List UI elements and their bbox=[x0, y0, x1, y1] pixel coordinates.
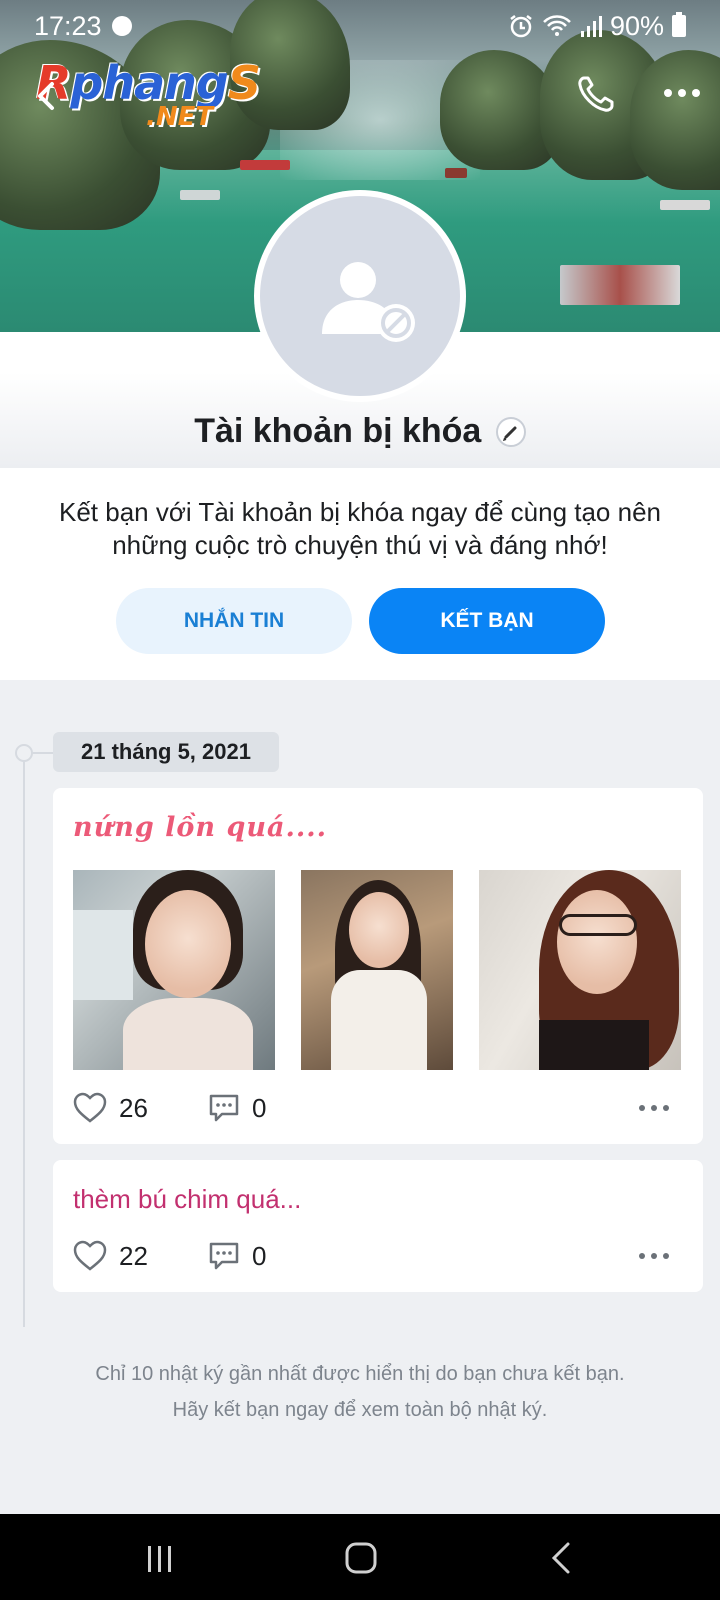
blocked-user-icon bbox=[322, 262, 415, 342]
timeline-line bbox=[23, 752, 25, 1327]
note-line-2: Hãy kết bạn ngay để xem toàn bộ nhật ký. bbox=[172, 1399, 548, 1421]
recent-apps-icon[interactable] bbox=[138, 1536, 182, 1580]
signal-icon bbox=[580, 16, 602, 37]
message-button[interactable]: NHẮN TIN bbox=[116, 588, 352, 654]
post-card[interactable]: thèm bú chim quá... 22 0 bbox=[53, 1160, 703, 1292]
comment-icon bbox=[209, 1242, 239, 1270]
battery-icon bbox=[672, 12, 686, 37]
post-title: nứng lồn quá.... bbox=[73, 812, 328, 843]
more-dots-icon bbox=[639, 1253, 669, 1259]
timeline-dot bbox=[15, 744, 33, 762]
post-more-button[interactable] bbox=[637, 1102, 683, 1114]
timeline-date: 21 tháng 5, 2021 bbox=[53, 732, 279, 772]
comment-button[interactable]: 0 bbox=[208, 1092, 266, 1124]
back-nav-icon[interactable] bbox=[540, 1536, 584, 1580]
post-photo[interactable] bbox=[301, 870, 453, 1070]
post-more-button[interactable] bbox=[637, 1250, 683, 1262]
battery-percent: 90% bbox=[609, 10, 664, 41]
profile-name-row: Tài khoản bị khóa bbox=[0, 412, 720, 451]
status-time: 17:23 bbox=[34, 10, 102, 41]
comment-count: 0 bbox=[252, 1092, 267, 1123]
post-actions: 22 0 bbox=[73, 1236, 683, 1276]
add-friend-button[interactable]: KẾT BẠN bbox=[369, 588, 605, 654]
comment-count: 0 bbox=[252, 1240, 267, 1271]
like-button[interactable]: 26 bbox=[73, 1092, 208, 1124]
pencil-icon[interactable] bbox=[495, 416, 526, 447]
post-actions: 26 0 bbox=[73, 1088, 683, 1128]
post-card[interactable]: nứng lồn quá.... 26 0 bbox=[53, 788, 703, 1144]
comment-icon bbox=[209, 1094, 239, 1122]
profile-name: Tài khoản bị khóa bbox=[194, 412, 482, 450]
wifi-icon bbox=[543, 15, 571, 36]
post-title: thèm bú chim quá... bbox=[73, 1184, 302, 1214]
note-line-1: Chỉ 10 nhật ký gần nhất được hiển thị do… bbox=[95, 1363, 625, 1385]
limited-diary-note: Chỉ 10 nhật ký gần nhất được hiển thị do… bbox=[0, 1356, 720, 1428]
like-count: 22 bbox=[119, 1240, 148, 1271]
heart-icon bbox=[73, 1092, 107, 1123]
invite-text: Kết bạn với Tài khoản bị khóa ngay để cù… bbox=[59, 497, 661, 560]
post-photo[interactable] bbox=[73, 870, 275, 1070]
heart-icon bbox=[73, 1240, 107, 1271]
status-bar: 17:23 90% bbox=[0, 0, 720, 52]
home-icon[interactable] bbox=[340, 1536, 384, 1580]
phone-icon[interactable] bbox=[574, 72, 618, 116]
comment-button[interactable]: 0 bbox=[208, 1240, 266, 1272]
like-count: 26 bbox=[119, 1092, 148, 1123]
system-nav-bar bbox=[0, 1514, 720, 1600]
watermark-logo: RphangS .NET bbox=[36, 56, 261, 132]
post-photo[interactable] bbox=[479, 870, 681, 1070]
like-button[interactable]: 22 bbox=[73, 1240, 208, 1272]
back-arrow-icon[interactable] bbox=[30, 74, 66, 118]
more-dots-icon bbox=[639, 1105, 669, 1111]
alarm-icon bbox=[510, 15, 532, 38]
notification-dot bbox=[111, 16, 132, 36]
avatar[interactable] bbox=[254, 190, 466, 402]
more-dots-icon[interactable] bbox=[660, 78, 704, 108]
